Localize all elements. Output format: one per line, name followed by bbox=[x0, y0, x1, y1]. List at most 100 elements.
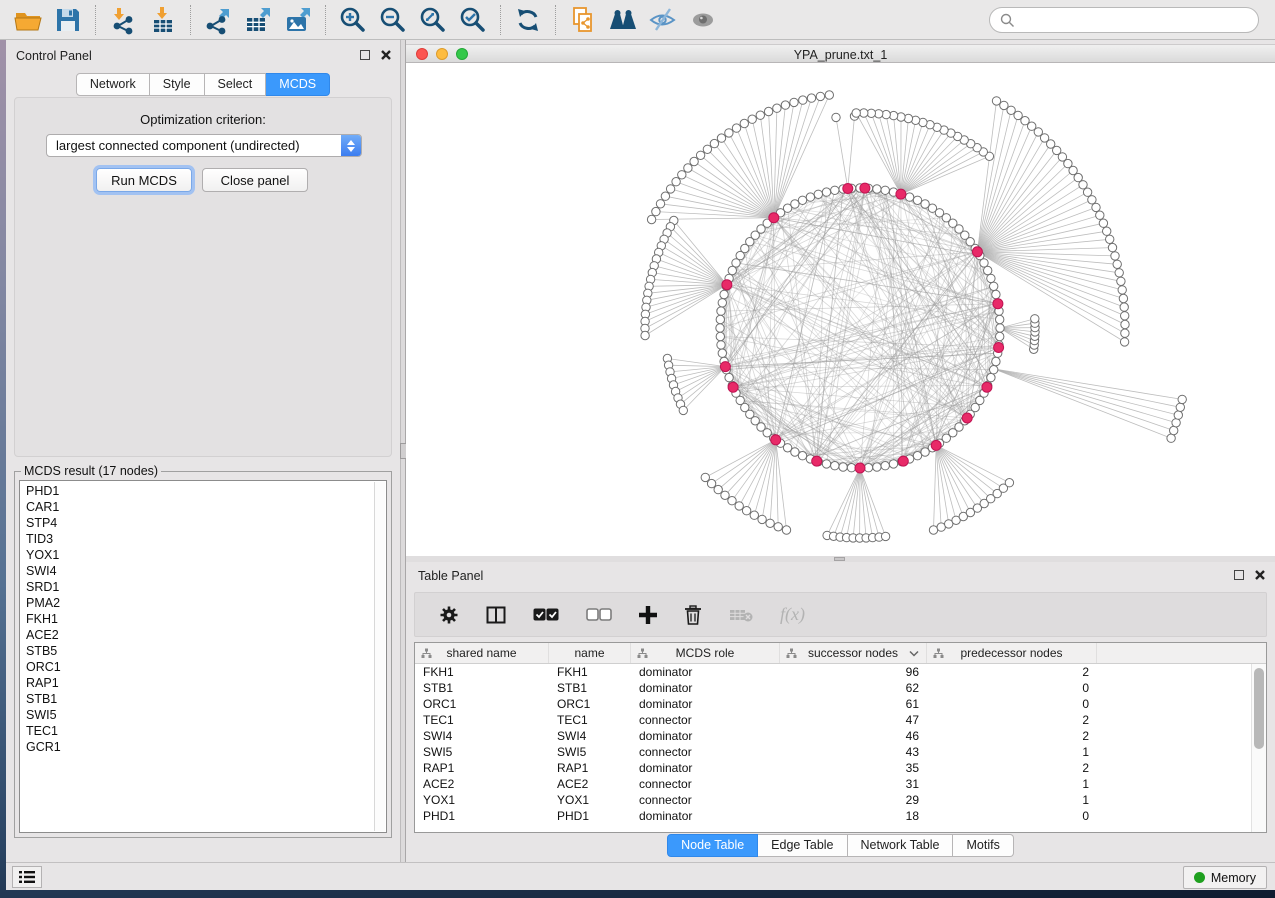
table-row[interactable]: RAP1RAP1dominator352 bbox=[415, 760, 1266, 776]
control-panel-tab-bar: Network Style Select MCDS bbox=[76, 73, 330, 96]
cell-shared-name: FKH1 bbox=[415, 664, 549, 680]
result-node-item[interactable]: STB5 bbox=[26, 643, 386, 659]
delete-table-button[interactable] bbox=[729, 607, 753, 623]
select-all-rows-button[interactable] bbox=[533, 608, 559, 621]
result-list-scrollbar[interactable] bbox=[374, 482, 385, 831]
float-panel-button[interactable] bbox=[360, 50, 370, 60]
task-history-button[interactable] bbox=[12, 866, 42, 888]
result-node-item[interactable]: STP4 bbox=[26, 515, 386, 531]
export-network-button[interactable] bbox=[198, 3, 238, 37]
result-node-item[interactable]: SWI5 bbox=[26, 707, 386, 723]
table-row[interactable]: TEC1TEC1connector472 bbox=[415, 712, 1266, 728]
close-panel-icon[interactable] bbox=[380, 49, 392, 61]
result-node-item[interactable]: SWI4 bbox=[26, 563, 386, 579]
main-toolbar bbox=[0, 0, 1275, 40]
result-node-item[interactable]: SRD1 bbox=[26, 579, 386, 595]
split-view-button[interactable] bbox=[486, 606, 506, 624]
result-node-item[interactable]: PHD1 bbox=[26, 483, 386, 499]
table-settings-button[interactable] bbox=[439, 605, 459, 625]
export-image-button[interactable] bbox=[278, 3, 318, 37]
run-mcds-button[interactable]: Run MCDS bbox=[96, 168, 192, 192]
eye-icon bbox=[688, 5, 718, 35]
cell-name: TEC1 bbox=[549, 712, 631, 728]
table-row[interactable]: ORC1ORC1dominator610 bbox=[415, 696, 1266, 712]
toolbar-separator bbox=[500, 5, 501, 35]
save-session-button[interactable] bbox=[48, 3, 88, 37]
export-table-button[interactable] bbox=[238, 3, 278, 37]
zoom-in-button[interactable] bbox=[333, 3, 373, 37]
cell-successor-nodes: 47 bbox=[780, 712, 927, 728]
result-node-item[interactable]: FKH1 bbox=[26, 611, 386, 627]
close-panel-button[interactable]: Close panel bbox=[202, 168, 308, 192]
import-network-button[interactable] bbox=[103, 3, 143, 37]
export-network-icon bbox=[203, 5, 233, 35]
criterion-dropdown[interactable]: largest connected component (undirected) bbox=[46, 134, 362, 157]
memory-button[interactable]: Memory bbox=[1183, 866, 1267, 889]
network-titlebar[interactable]: YPA_prune.txt_1 bbox=[406, 44, 1275, 63]
table-row[interactable]: SWI4SWI4dominator462 bbox=[415, 728, 1266, 744]
deselect-all-rows-button[interactable] bbox=[586, 608, 612, 621]
zoom-out-button[interactable] bbox=[373, 3, 413, 37]
zoom-selected-button[interactable] bbox=[453, 3, 493, 37]
column-header-name[interactable]: name bbox=[549, 643, 631, 663]
result-node-item[interactable]: TEC1 bbox=[26, 723, 386, 739]
tab-select[interactable]: Select bbox=[205, 73, 267, 96]
result-node-item[interactable]: TID3 bbox=[26, 531, 386, 547]
table-scrollbar-thumb[interactable] bbox=[1254, 668, 1264, 749]
search-input[interactable] bbox=[1021, 13, 1248, 28]
cell-shared-name: SWI5 bbox=[415, 744, 549, 760]
result-node-item[interactable]: CAR1 bbox=[26, 499, 386, 515]
add-column-button[interactable] bbox=[639, 606, 657, 624]
column-header-mcds-role[interactable]: MCDS role bbox=[631, 643, 780, 663]
result-node-item[interactable]: GCR1 bbox=[26, 739, 386, 755]
refresh-button[interactable] bbox=[508, 3, 548, 37]
show-all-button[interactable] bbox=[683, 3, 723, 37]
network-canvas[interactable] bbox=[406, 63, 1275, 556]
network-graph[interactable] bbox=[406, 63, 1275, 556]
result-node-item[interactable]: STB1 bbox=[26, 691, 386, 707]
binoculars-icon bbox=[607, 5, 639, 35]
close-panel-icon[interactable] bbox=[1254, 569, 1266, 581]
delete-column-button[interactable] bbox=[684, 605, 702, 625]
cell-mcds-role: dominator bbox=[631, 808, 780, 824]
result-node-item[interactable]: ACE2 bbox=[26, 627, 386, 643]
column-header-predecessor-nodes[interactable]: predecessor nodes bbox=[927, 643, 1097, 663]
tab-node-table[interactable]: Node Table bbox=[667, 834, 758, 857]
table-row[interactable]: YOX1YOX1connector291 bbox=[415, 792, 1266, 808]
tab-motifs[interactable]: Motifs bbox=[953, 834, 1013, 857]
table-toolbar: f(x) bbox=[414, 592, 1267, 637]
column-header-successor-nodes[interactable]: successor nodes bbox=[780, 643, 927, 663]
table-row[interactable]: PHD1PHD1dominator180 bbox=[415, 808, 1266, 824]
copy-network-button[interactable] bbox=[563, 3, 603, 37]
result-node-item[interactable]: RAP1 bbox=[26, 675, 386, 691]
column-header-shared-name[interactable]: shared name bbox=[415, 643, 549, 663]
result-node-item[interactable]: ORC1 bbox=[26, 659, 386, 675]
cell-shared-name: TEC1 bbox=[415, 712, 549, 728]
result-node-item[interactable]: PMA2 bbox=[26, 595, 386, 611]
splitter-grip[interactable] bbox=[834, 557, 845, 561]
table-row[interactable]: FKH1FKH1dominator962 bbox=[415, 664, 1266, 680]
mcds-result-list[interactable]: PHD1CAR1STP4TID3YOX1SWI4SRD1PMA2FKH1ACE2… bbox=[19, 480, 387, 833]
table-scrollbar[interactable] bbox=[1251, 664, 1266, 832]
table-row[interactable]: SWI5SWI5connector431 bbox=[415, 744, 1266, 760]
float-panel-button[interactable] bbox=[1234, 570, 1244, 580]
open-file-button[interactable] bbox=[8, 3, 48, 37]
function-builder-button[interactable]: f(x) bbox=[780, 604, 805, 625]
tab-edge-table[interactable]: Edge Table bbox=[758, 834, 847, 857]
cell-successor-nodes: 18 bbox=[780, 808, 927, 824]
cell-shared-name: YOX1 bbox=[415, 792, 549, 808]
tab-network-table[interactable]: Network Table bbox=[848, 834, 954, 857]
tab-network[interactable]: Network bbox=[76, 73, 150, 96]
table-tab-bar: Node Table Edge Table Network Table Moti… bbox=[667, 834, 1014, 857]
cell-mcds-role: connector bbox=[631, 744, 780, 760]
hide-selected-button[interactable] bbox=[643, 3, 683, 37]
tab-style[interactable]: Style bbox=[150, 73, 205, 96]
cell-predecessor-nodes: 1 bbox=[927, 776, 1097, 792]
result-node-item[interactable]: YOX1 bbox=[26, 547, 386, 563]
table-row[interactable]: STB1STB1dominator620 bbox=[415, 680, 1266, 696]
table-row[interactable]: ACE2ACE2connector311 bbox=[415, 776, 1266, 792]
zoom-fit-button[interactable] bbox=[413, 3, 453, 37]
tab-mcds[interactable]: MCDS bbox=[266, 73, 330, 96]
import-table-button[interactable] bbox=[143, 3, 183, 37]
first-neighbors-button[interactable] bbox=[603, 3, 643, 37]
